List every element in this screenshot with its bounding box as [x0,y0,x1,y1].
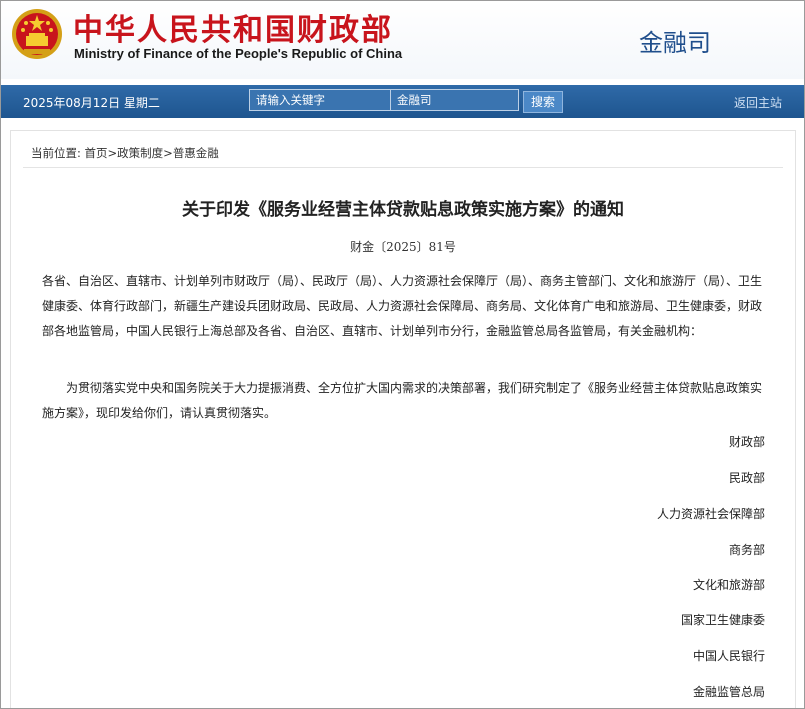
signer: 商务部 [728,543,765,557]
breadcrumb-item-policy[interactable]: 政策制度 [117,146,163,160]
home-link[interactable]: 返回主站 [734,94,782,111]
article-container: 当前位置: 首页>政策制度>普惠金融 关于印发《服务业经营主体贷款贴息政策实施方… [10,130,796,708]
signer: 金融监管总局 [692,685,765,699]
scope-select[interactable]: 金融司 [390,89,519,111]
document-addressee: 各省、自治区、直辖市、计划单列市财政厅（局）、民政厅（局）、人力资源社会保障厅（… [42,274,763,338]
signer: 民政部 [728,471,765,485]
search-input[interactable]: 请输入关键字 [249,89,393,111]
signer: 财政部 [728,435,765,449]
current-date: 2025年08月12日 星期二 [23,96,160,110]
breadcrumb-separator: > [163,146,173,160]
signer: 国家卫生健康委 [680,613,765,627]
divider [23,167,783,168]
nav-bar: 2025年08月12日 星期二 请输入关键字 金融司 搜索 返回主站 [1,85,804,118]
national-emblem-icon [12,9,62,59]
breadcrumb-separator: > [107,146,118,160]
department-name: 金融司 [639,29,711,57]
breadcrumb-prefix: 当前位置: [31,146,81,160]
search-button[interactable]: 搜索 [523,91,563,113]
document-number: 财金〔2025〕81号 [350,240,456,254]
page-frame: 中华人民共和国财政部 Ministry of Finance of the Pe… [0,0,805,709]
document-title: 关于印发《服务业经营主体贷款贴息政策实施方案》的通知 [182,200,624,220]
breadcrumb: 当前位置: 首页>政策制度>普惠金融 [31,145,219,161]
breadcrumb-item-inclusive-finance[interactable]: 普惠金融 [173,146,219,160]
signer: 中国人民银行 [692,649,765,663]
signer: 文化和旅游部 [692,578,765,592]
site-title-cn[interactable]: 中华人民共和国财政部 [73,5,393,49]
site-header: 中华人民共和国财政部 Ministry of Finance of the Pe… [1,1,804,79]
breadcrumb-item-home[interactable]: 首页 [85,146,108,160]
site-title-en: Ministry of Finance of the People's Repu… [74,46,403,61]
signer: 人力资源社会保障部 [656,507,765,521]
document-body: 为贯彻落实党中央和国务院关于大力提振消费、全方位扩大国内需求的决策部署，我们研究… [42,381,763,420]
